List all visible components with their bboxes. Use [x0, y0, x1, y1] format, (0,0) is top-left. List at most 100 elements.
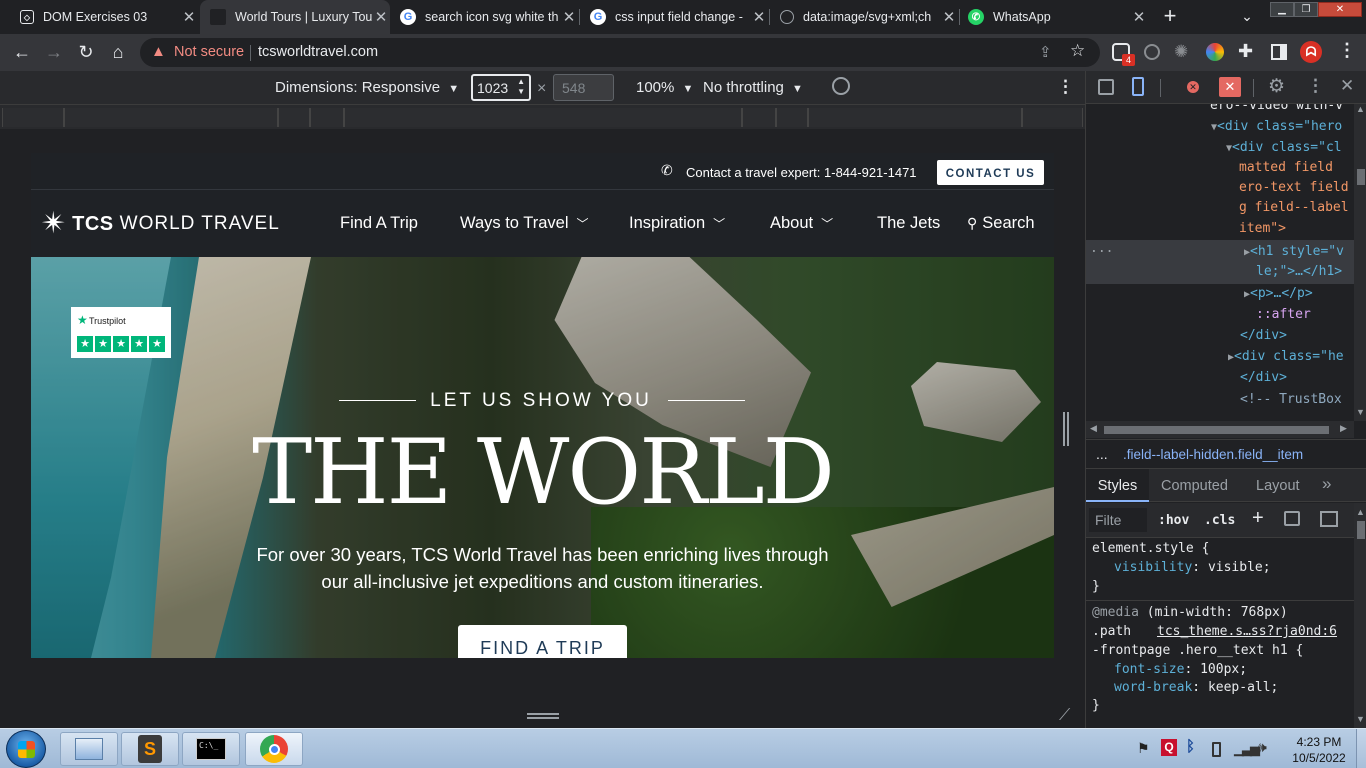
scroll-left-icon[interactable]: ◀	[1090, 423, 1097, 434]
profile-avatar[interactable]: ᗣ	[1300, 41, 1322, 63]
dom-node-line[interactable]: </div>	[1240, 370, 1287, 385]
minimize-window-button[interactable]: ▁	[1270, 2, 1294, 17]
nav-the-jets[interactable]: The Jets	[877, 214, 940, 233]
side-panel-icon[interactable]	[1271, 44, 1287, 60]
elements-horizontal-scrollbar[interactable]: ◀ ▶	[1086, 421, 1354, 438]
media-query-segment[interactable]	[278, 108, 310, 127]
dom-node-line[interactable]: g field--label	[1239, 200, 1349, 215]
height-input[interactable]: 548	[553, 74, 614, 101]
rule-selector-line[interactable]: .path	[1092, 624, 1131, 639]
scroll-down-icon[interactable]: ▼	[1356, 407, 1365, 417]
scroll-thumb[interactable]	[1104, 426, 1329, 434]
puzzle-icon[interactable]: ✚	[1238, 41, 1253, 62]
media-query-segment[interactable]	[808, 108, 1022, 127]
tab-search-icon-svg[interactable]: G search icon svg white th ✕	[392, 0, 578, 34]
dom-node-line[interactable]: </div>	[1240, 328, 1287, 343]
elements-vertical-scrollbar[interactable]: ▲ ▼	[1354, 104, 1366, 421]
battery-icon[interactable]	[1212, 742, 1221, 757]
scroll-thumb[interactable]	[1357, 521, 1365, 539]
tab-layout[interactable]: Layout	[1256, 478, 1300, 494]
network-icon[interactable]: ▁▃▅	[1234, 741, 1260, 757]
tab-styles[interactable]: Styles	[1086, 469, 1149, 502]
scroll-thumb[interactable]	[1357, 169, 1365, 185]
elements-tree[interactable]: ero--video with-v ▼<div class="hero ▼<di…	[1086, 104, 1354, 421]
new-rule-icon[interactable]: +	[1252, 507, 1264, 530]
close-window-button[interactable]: ✕	[1318, 2, 1362, 17]
error-count-icon[interactable]: ✕	[1187, 81, 1199, 93]
dom-node-line[interactable]: ▶<h1 style="v	[1244, 244, 1344, 259]
dom-node-line[interactable]: ero--video with-v	[1210, 104, 1343, 113]
address-bar[interactable]: ▲ Not secure tcsworldtravel.com ⇪ ☆	[140, 38, 1100, 67]
new-tab-icon[interactable]: +	[1158, 4, 1182, 28]
rule-selector[interactable]: element.style {	[1092, 541, 1209, 556]
url-text[interactable]: tcsworldtravel.com	[258, 44, 378, 60]
element-state-icon[interactable]	[1284, 511, 1300, 526]
contact-us-button[interactable]: CONTACT US	[937, 160, 1044, 185]
media-query-bar[interactable]	[0, 104, 1085, 129]
close-tab-icon[interactable]: ✕	[180, 8, 198, 26]
css-declaration[interactable]: font-size: 100px;	[1114, 662, 1247, 677]
dom-node-line[interactable]: <!-- TrustBox	[1240, 392, 1342, 407]
media-query-segment[interactable]	[344, 108, 742, 127]
media-query-segment[interactable]	[64, 108, 278, 127]
media-query-segment[interactable]	[742, 108, 776, 127]
extension-timer-icon[interactable]	[1144, 44, 1160, 60]
tab-computed[interactable]: Computed	[1161, 478, 1228, 494]
device-toggle-icon[interactable]	[1132, 77, 1144, 96]
more-options-icon[interactable]: ⋮	[1057, 77, 1074, 97]
contact-text[interactable]: Contact a travel expert: 1-844-921-1471	[686, 165, 917, 180]
dimensions-dropdown[interactable]: Dimensions: Responsive ▼	[275, 79, 459, 96]
clock-time[interactable]: 4:23 PM	[1284, 735, 1354, 749]
rotate-icon[interactable]	[832, 77, 850, 95]
taskbar-command-prompt[interactable]: C:\_	[182, 732, 240, 766]
source-link[interactable]: tcs_theme.s…ss?rja0nd:6	[1157, 624, 1337, 639]
scroll-down-icon[interactable]: ▼	[1356, 714, 1365, 724]
dom-node-line[interactable]: ▶<div class="he	[1228, 349, 1344, 364]
dom-node-line[interactable]: ero-text field	[1239, 180, 1349, 195]
cls-toggle[interactable]: .cls	[1204, 513, 1235, 528]
nav-find-a-trip[interactable]: Find A Trip	[340, 214, 418, 233]
forward-button[interactable]: →	[39, 34, 69, 71]
right-resize-handle[interactable]	[1063, 412, 1069, 446]
width-input[interactable]: 1023 ▲ ▼	[471, 74, 531, 101]
bluetooth-icon[interactable]: ᛒ	[1186, 738, 1195, 755]
media-query-segment[interactable]	[776, 108, 808, 127]
zoom-dropdown[interactable]: 100% ▼	[636, 79, 693, 96]
media-query-segment[interactable]	[2, 108, 64, 127]
rule-selector[interactable]: -frontpage .hero__text h1 {	[1092, 643, 1303, 658]
tab-world-tours[interactable]: World Tours | Luxury Tou ✕	[200, 0, 390, 34]
tab-dom-exercises[interactable]: ◇ DOM Exercises 03 ✕	[10, 0, 198, 34]
sidebar-toggle-icon[interactable]	[1320, 511, 1338, 527]
hov-toggle[interactable]: :hov	[1158, 513, 1189, 528]
scroll-right-icon[interactable]: ▶	[1340, 423, 1347, 434]
dom-node-line[interactable]: le;">…</h1>	[1256, 264, 1342, 279]
styles-vertical-scrollbar[interactable]: ▲ ▼	[1354, 503, 1366, 728]
nav-search[interactable]: ⚲ Search	[967, 214, 1035, 233]
node-ellipsis[interactable]: ...	[1090, 241, 1113, 256]
clock-date[interactable]: 10/5/2022	[1284, 751, 1354, 765]
more-tabs-icon[interactable]: »	[1322, 474, 1331, 494]
trustpilot-widget[interactable]: ★ Trustpilot ★ ★ ★ ★ ★	[71, 307, 171, 358]
extension-gear-icon[interactable]: ✺	[1174, 42, 1188, 62]
dom-node-line[interactable]: ▼<div class="hero	[1211, 119, 1342, 134]
taskbar-sublime-text[interactable]: S	[121, 732, 179, 766]
close-tab-icon[interactable]: ✕	[940, 8, 958, 26]
home-button[interactable]: ⌂	[103, 34, 133, 71]
restore-window-button[interactable]: ❐	[1294, 2, 1318, 17]
issues-icon[interactable]: ✕	[1219, 77, 1241, 97]
nav-inspiration[interactable]: Inspiration ﹀	[629, 214, 725, 233]
taskbar-chrome[interactable]	[245, 732, 303, 766]
dom-node-line[interactable]: ::after	[1256, 307, 1311, 322]
breadcrumb-ellipsis[interactable]: ...	[1096, 446, 1108, 462]
spinner-icon[interactable]: ▲ ▼	[517, 77, 525, 97]
share-icon[interactable]: ⇪	[1039, 43, 1052, 61]
settings-gear-icon[interactable]: ⚙	[1268, 75, 1285, 98]
nav-about[interactable]: About ﹀	[770, 214, 833, 233]
extension-color-icon[interactable]	[1206, 43, 1224, 61]
tab-whatsapp[interactable]: ✆ WhatsApp ✕	[962, 0, 1148, 34]
media-query-segment[interactable]	[310, 108, 344, 127]
volume-icon[interactable]: 🕪	[1258, 739, 1267, 756]
reload-button[interactable]: ↻	[71, 34, 101, 71]
taskbar-control-panel[interactable]	[60, 732, 118, 766]
bottom-resize-handle[interactable]	[527, 713, 559, 719]
